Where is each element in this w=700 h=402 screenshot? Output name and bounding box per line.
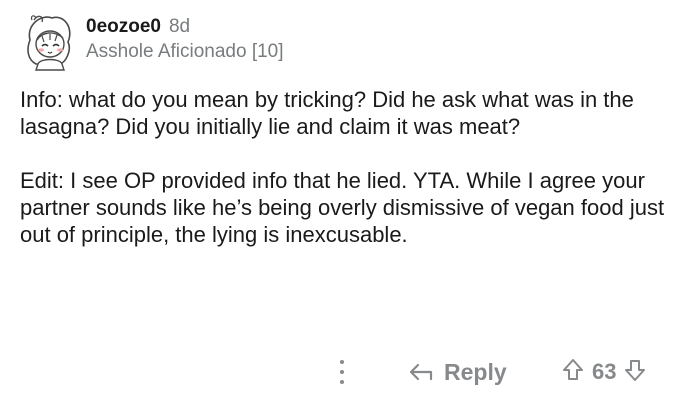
- comment-header: 0eozoe0 8d Asshole Aficionado [10]: [20, 10, 284, 72]
- snoo-avatar-icon: [27, 15, 71, 71]
- username-link[interactable]: 0eozoe0: [86, 16, 161, 38]
- more-options-button[interactable]: [334, 358, 350, 386]
- reply-label: Reply: [444, 358, 507, 385]
- more-options-icon-dot: [340, 370, 344, 374]
- more-options-icon-dot: [340, 380, 344, 384]
- comment-actions: Reply 63: [0, 352, 700, 392]
- comment-paragraph-2: Edit: I see OP provided info that he lie…: [20, 168, 665, 247]
- meta-row: 0eozoe0 8d: [86, 16, 284, 38]
- comment: 0eozoe0 8d Asshole Aficionado [10] Info:…: [0, 0, 700, 402]
- downvote-arrow-icon: [625, 359, 646, 381]
- avatar[interactable]: [20, 10, 78, 72]
- user-flair: Asshole Aficionado [10]: [86, 41, 284, 62]
- vote-controls: 63: [562, 356, 646, 388]
- upvote-button[interactable]: [562, 358, 584, 387]
- vote-score: 63: [592, 359, 617, 384]
- upvote-arrow-icon: [563, 358, 583, 380]
- comment-meta: 0eozoe0 8d Asshole Aficionado [10]: [86, 16, 284, 64]
- comment-paragraph-1: Info: what do you mean by tricking? Did …: [20, 87, 634, 139]
- more-options-icon: [340, 360, 344, 364]
- reply-button[interactable]: Reply: [408, 356, 507, 388]
- comment-body: Info: what do you mean by tricking? Did …: [20, 86, 680, 248]
- reply-arrow-icon: [409, 363, 433, 381]
- comment-age: 8d: [168, 16, 191, 37]
- downvote-button[interactable]: [624, 358, 646, 387]
